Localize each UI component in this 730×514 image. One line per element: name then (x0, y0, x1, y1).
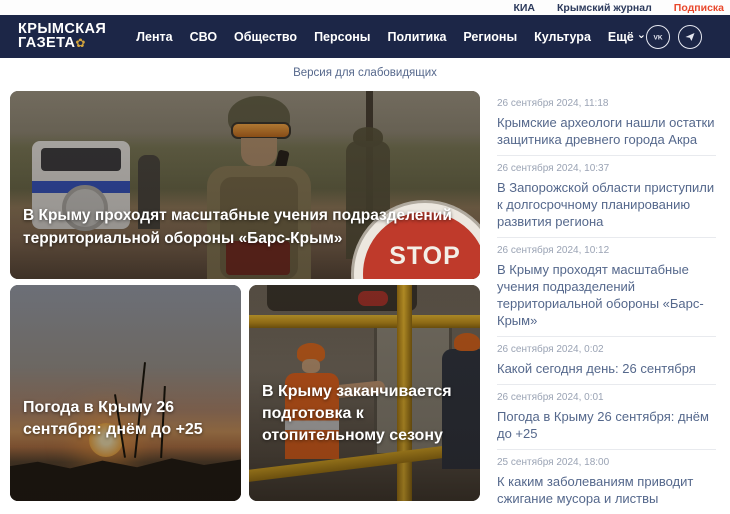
nav-item-lenta[interactable]: Лента (136, 30, 172, 44)
nav-item-persons[interactable]: Персоны (314, 30, 370, 44)
feed-item[interactable]: 26 сентября 2024, 11:18 Крымские археоло… (497, 91, 716, 156)
svg-text:VK: VK (653, 34, 662, 41)
feed-item-title[interactable]: В Крыму проходят масштабные учения подра… (497, 261, 716, 329)
main-navbar: КРЫМСКАЯ ГАЗЕТА✿ Лента СВО Общество Перс… (0, 15, 730, 58)
accessibility-row: Версия для слабовидящих (0, 58, 730, 89)
telegram-icon[interactable] (678, 25, 702, 49)
feed-item-time: 26 сентября 2024, 10:37 (497, 163, 716, 174)
logo-line2: ГАЗЕТА (18, 35, 75, 51)
feed-item-title[interactable]: Крымские археологи нашли остатки защитни… (497, 114, 716, 148)
feed-item[interactable]: 26 сентября 2024, 0:02 Какой сегодня ден… (497, 337, 716, 385)
link-crimean-journal[interactable]: Крымский журнал (557, 2, 652, 14)
heating-article-card[interactable]: В Крыму заканчивается подготовка к отопи… (249, 285, 480, 501)
feed-item[interactable]: 26 сентября 2024, 0:01 Погода в Крыму 26… (497, 385, 716, 450)
feed-item[interactable]: 26 сентября 2024, 10:37 В Запорожской об… (497, 156, 716, 238)
nav-social-icons: VK (646, 25, 730, 49)
hero-article-title[interactable]: В Крыму проходят масштабные учения подра… (23, 205, 463, 250)
utility-bar: КИА Крымский журнал Подписка (0, 0, 730, 15)
feed-item-title[interactable]: Какой сегодня день: 26 сентября (497, 360, 716, 377)
nav-item-culture[interactable]: Культура (534, 30, 591, 44)
heating-article-title[interactable]: В Крыму заканчивается подготовка к отопи… (262, 381, 467, 447)
nav-item-svo[interactable]: СВО (190, 30, 217, 44)
news-feed-sidebar: 26 сентября 2024, 11:18 Крымские археоло… (497, 91, 716, 514)
weather-article-card[interactable]: Погода в Крыму 26 сентября: днём до +25 (10, 285, 241, 501)
feed-item-title[interactable]: К каким заболеваниям приводит сжигание м… (497, 473, 716, 507)
feed-item-title[interactable]: Погода в Крыму 26 сентября: днём до +25 (497, 408, 716, 442)
nav-item-more[interactable]: Ещё ⌄ (608, 30, 646, 44)
flower-icon: ✿ (75, 36, 85, 50)
chevron-down-icon: ⌄ (637, 28, 646, 41)
secondary-cards-row: Погода в Крыму 26 сентября: днём до +25 (10, 285, 480, 501)
link-subscribe[interactable]: Подписка (674, 2, 724, 14)
feed-item-time: 26 сентября 2024, 0:01 (497, 392, 716, 403)
nav-item-politics[interactable]: Политика (387, 30, 446, 44)
feed-item-title[interactable]: В Запорожской области приступили к долго… (497, 179, 716, 230)
feed-item[interactable]: 26 сентября 2024, 10:12 В Крыму проходят… (497, 238, 716, 337)
vk-icon[interactable]: VK (646, 25, 670, 49)
feed-item[interactable]: 25 сентября 2024, 18:00 К каким заболева… (497, 450, 716, 514)
site-logo[interactable]: КРЫМСКАЯ ГАЗЕТА✿ (18, 23, 106, 50)
hero-article-card[interactable]: STOP В Крыму проходят масштабные учения … (10, 91, 480, 279)
feed-item-time: 26 сентября 2024, 10:12 (497, 245, 716, 256)
feed-item-time: 26 сентября 2024, 11:18 (497, 98, 716, 109)
weather-article-title[interactable]: Погода в Крыму 26 сентября: днём до +25 (23, 397, 223, 441)
accessibility-version-link[interactable]: Версия для слабовидящих (293, 67, 437, 79)
nav-item-regions[interactable]: Регионы (463, 30, 517, 44)
nav-menu: Лента СВО Общество Персоны Политика Реги… (136, 30, 646, 44)
nav-item-society[interactable]: Общество (234, 30, 297, 44)
content-area: STOP В Крыму проходят масштабные учения … (0, 89, 730, 514)
feed-item-time: 26 сентября 2024, 0:02 (497, 344, 716, 355)
articles-column: STOP В Крыму проходят масштабные учения … (10, 91, 480, 514)
link-kia[interactable]: КИА (513, 2, 535, 14)
